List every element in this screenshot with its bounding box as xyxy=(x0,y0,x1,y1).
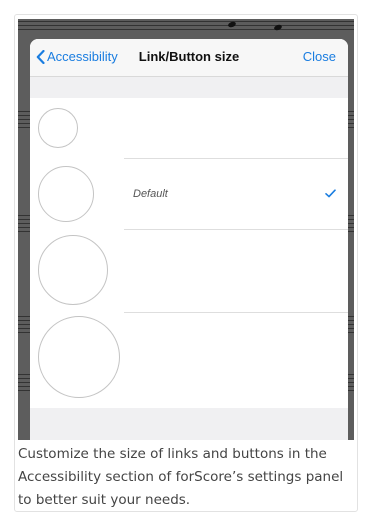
page-title: Link/Button size xyxy=(138,49,240,64)
size-option-label: Default xyxy=(133,188,168,200)
link-button-size-dialog: Accessibility Link/Button size Close Def… xyxy=(30,39,348,440)
size-option-large[interactable] xyxy=(30,230,348,312)
app-screenshot: Accessibility Link/Button size Close Def… xyxy=(18,19,354,440)
size-options-list: Default xyxy=(30,98,348,408)
section-footer xyxy=(30,408,348,440)
size-preview-circle xyxy=(38,166,94,222)
size-option-default[interactable]: Default xyxy=(30,159,348,229)
navigation-bar: Accessibility Link/Button size Close xyxy=(30,39,348,77)
size-preview-circle xyxy=(38,235,108,305)
size-option-largest[interactable] xyxy=(30,313,348,408)
size-preview-circle xyxy=(38,108,78,148)
close-button[interactable]: Close xyxy=(303,49,336,65)
checkmark-icon xyxy=(325,189,336,198)
music-staff xyxy=(18,21,354,37)
figure-caption: Customize the size of links and buttons … xyxy=(18,446,344,508)
size-preview-circle xyxy=(38,316,120,398)
section-header xyxy=(30,77,348,98)
size-option-smallest[interactable] xyxy=(30,98,348,158)
